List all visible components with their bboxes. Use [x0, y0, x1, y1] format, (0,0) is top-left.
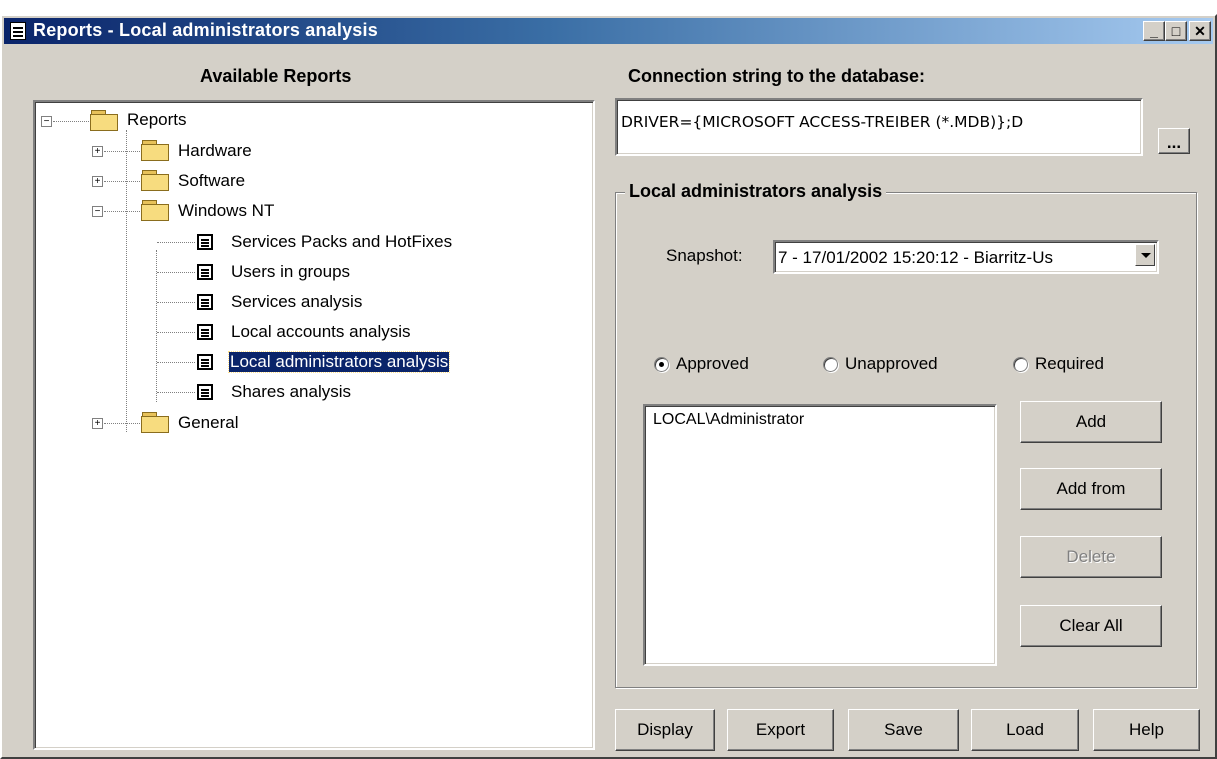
- folder-icon: [141, 170, 171, 192]
- tree-item-general[interactable]: General: [178, 413, 238, 433]
- browse-connection-button[interactable]: ...: [1158, 128, 1190, 154]
- report-icon: [197, 324, 213, 340]
- snapshot-value: 7 - 17/01/2002 15:20:12 - Biarritz-Us: [778, 248, 1053, 267]
- tree-item-windows-nt[interactable]: Windows NT: [178, 201, 274, 221]
- folder-icon: [141, 140, 171, 162]
- accounts-listbox[interactable]: LOCAL\Administrator: [643, 404, 997, 666]
- connection-string-label: Connection string to the database:: [628, 66, 926, 86]
- tree-item-local-administrators[interactable]: Local administrators analysis: [227, 351, 451, 373]
- connection-string-value: DRIVER={MICROSOFT ACCESS-TREIBER (*.MDB)…: [621, 113, 1024, 131]
- minimize-button[interactable]: _: [1143, 21, 1165, 41]
- tree-item-users-in-groups[interactable]: Users in groups: [231, 262, 350, 282]
- chevron-down-icon: [1141, 253, 1151, 258]
- close-icon: ✕: [1194, 23, 1206, 39]
- window-title: Reports - Local administrators analysis: [33, 20, 378, 40]
- unapproved-radio[interactable]: [823, 357, 838, 372]
- clear-all-button[interactable]: Clear All: [1020, 605, 1162, 647]
- approved-label[interactable]: Approved: [676, 354, 749, 374]
- display-button[interactable]: Display: [615, 709, 715, 751]
- folder-icon: [90, 110, 120, 132]
- report-icon: [197, 234, 213, 250]
- report-icon: [197, 294, 213, 310]
- available-reports-title: Available Reports: [200, 66, 352, 86]
- collapse-reports-icon[interactable]: −: [41, 116, 52, 127]
- collapse-windows-nt-icon[interactable]: −: [92, 206, 103, 217]
- add-from-button[interactable]: Add from: [1020, 468, 1162, 510]
- snapshot-label: Snapshot:: [666, 246, 743, 265]
- tree-item-reports[interactable]: Reports: [127, 110, 187, 130]
- groupbox-title: Local administrators analysis: [625, 181, 887, 202]
- reports-window: Reports - Local administrators analysis …: [0, 14, 1217, 759]
- approved-radio[interactable]: [654, 357, 669, 372]
- title-bar[interactable]: Reports - Local administrators analysis …: [4, 18, 1213, 44]
- minimize-icon: _: [1150, 23, 1158, 39]
- dropdown-arrow-button[interactable]: [1135, 244, 1155, 266]
- expand-hardware-icon[interactable]: +: [92, 146, 103, 157]
- close-button[interactable]: ✕: [1189, 21, 1211, 41]
- report-icon: [197, 354, 213, 370]
- expand-general-icon[interactable]: +: [92, 418, 103, 429]
- help-button[interactable]: Help: [1093, 709, 1200, 751]
- maximize-icon: □: [1171, 23, 1181, 39]
- tree-item-hardware[interactable]: Hardware: [178, 141, 252, 161]
- maximize-button[interactable]: □: [1165, 21, 1187, 41]
- required-radio[interactable]: [1013, 357, 1028, 372]
- tree-item-software[interactable]: Software: [178, 171, 245, 191]
- delete-button[interactable]: Delete: [1020, 536, 1162, 578]
- list-item[interactable]: LOCAL\Administrator: [653, 411, 804, 429]
- tree-item-services-analysis[interactable]: Services analysis: [231, 292, 362, 312]
- folder-icon: [141, 412, 171, 434]
- folder-icon: [141, 200, 171, 222]
- load-button[interactable]: Load: [971, 709, 1079, 751]
- reports-tree[interactable]: − Reports + Hardware + Software − Window…: [33, 100, 595, 750]
- unapproved-label[interactable]: Unapproved: [845, 354, 938, 374]
- add-button[interactable]: Add: [1020, 401, 1162, 443]
- tree-item-services-packs[interactable]: Services Packs and HotFixes: [231, 232, 452, 252]
- required-label[interactable]: Required: [1035, 354, 1104, 374]
- snapshot-select[interactable]: 7 - 17/01/2002 15:20:12 - Biarritz-Us: [773, 240, 1159, 274]
- connection-string-input[interactable]: DRIVER={MICROSOFT ACCESS-TREIBER (*.MDB)…: [615, 98, 1143, 156]
- tree-item-local-accounts[interactable]: Local accounts analysis: [231, 322, 411, 342]
- report-app-icon: [10, 22, 26, 40]
- report-icon: [197, 384, 213, 400]
- report-icon: [197, 264, 213, 280]
- tree-item-shares-analysis[interactable]: Shares analysis: [231, 382, 351, 402]
- save-button[interactable]: Save: [848, 709, 959, 751]
- export-button[interactable]: Export: [727, 709, 834, 751]
- expand-software-icon[interactable]: +: [92, 176, 103, 187]
